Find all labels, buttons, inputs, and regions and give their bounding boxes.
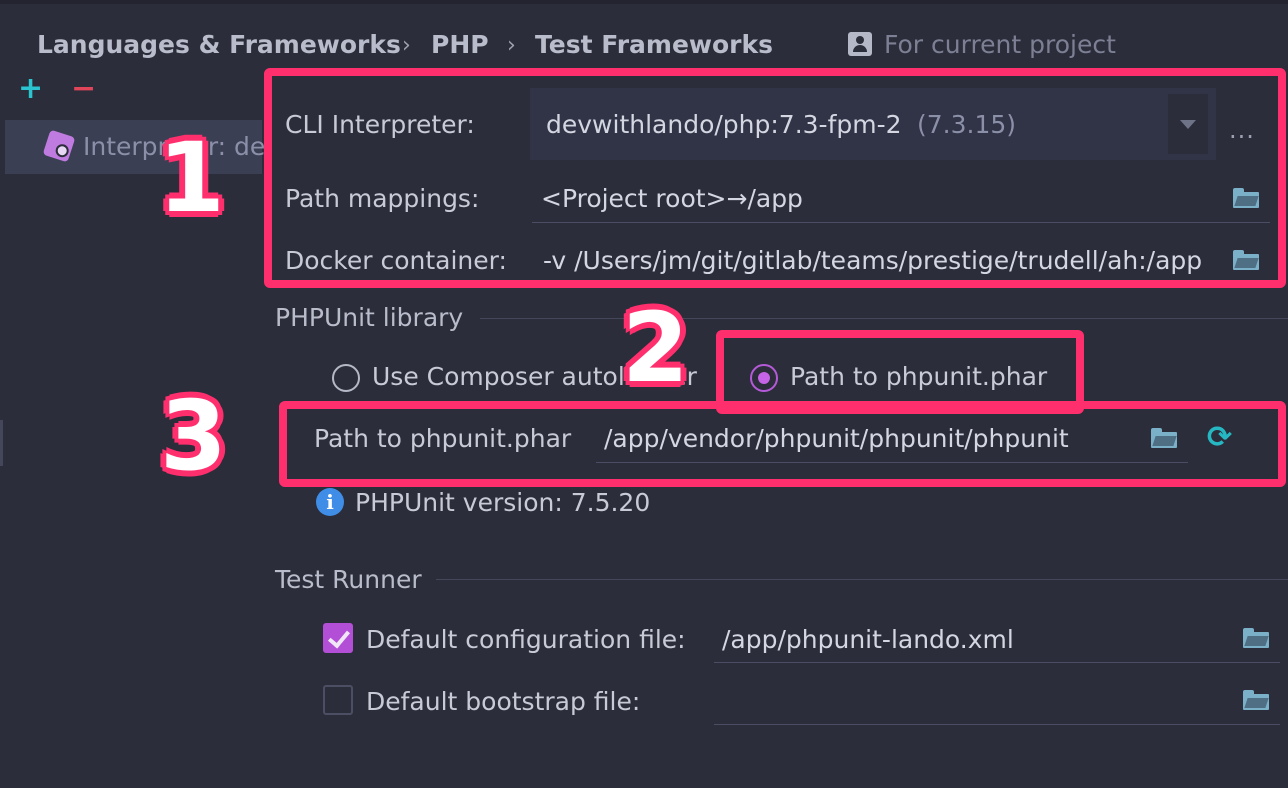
folder-icon[interactable] xyxy=(1243,690,1269,710)
annotation-number-2: 2 xyxy=(622,292,689,404)
breadcrumb-php[interactable]: PHP xyxy=(431,30,489,59)
default-config-field[interactable]: /app/phpunit-lando.xml xyxy=(722,625,1014,654)
annotation-box-1 xyxy=(264,68,1286,288)
annotation-box-3 xyxy=(279,401,1286,487)
default-config-label[interactable]: Default configuration file: xyxy=(366,625,686,654)
info-icon: i xyxy=(316,488,344,516)
default-config-checkbox[interactable] xyxy=(323,623,353,653)
breadcrumb-separator: › xyxy=(402,33,411,58)
radio-use-composer[interactable] xyxy=(332,364,360,392)
phpunit-version-text: PHPUnit version: 7.5.20 xyxy=(355,488,651,517)
annotation-number-1: 1 xyxy=(158,122,225,234)
php-interpreter-icon xyxy=(42,129,76,163)
default-bootstrap-label[interactable]: Default bootstrap file: xyxy=(366,687,640,716)
phpunit-library-section-title: PHPUnit library xyxy=(275,303,464,332)
default-config-underline xyxy=(714,662,1280,663)
section-divider xyxy=(480,318,1288,319)
project-scope-icon xyxy=(848,32,872,56)
default-bootstrap-underline xyxy=(714,724,1280,725)
window-top-edge xyxy=(0,0,1288,4)
remove-interpreter-button[interactable]: − xyxy=(71,74,96,104)
breadcrumb-languages-frameworks[interactable]: Languages & Frameworks xyxy=(37,30,401,59)
breadcrumb-test-frameworks: Test Frameworks xyxy=(535,30,774,59)
test-runner-section-title: Test Runner xyxy=(275,565,422,594)
folder-icon[interactable] xyxy=(1243,628,1269,648)
add-interpreter-button[interactable]: + xyxy=(18,74,43,104)
default-bootstrap-checkbox[interactable] xyxy=(323,685,353,715)
breadcrumb-separator: › xyxy=(507,33,516,58)
scope-label: For current project xyxy=(884,30,1116,59)
panel-splitter[interactable] xyxy=(0,420,3,466)
section-divider xyxy=(436,579,1288,580)
annotation-number-3: 3 xyxy=(160,380,227,492)
